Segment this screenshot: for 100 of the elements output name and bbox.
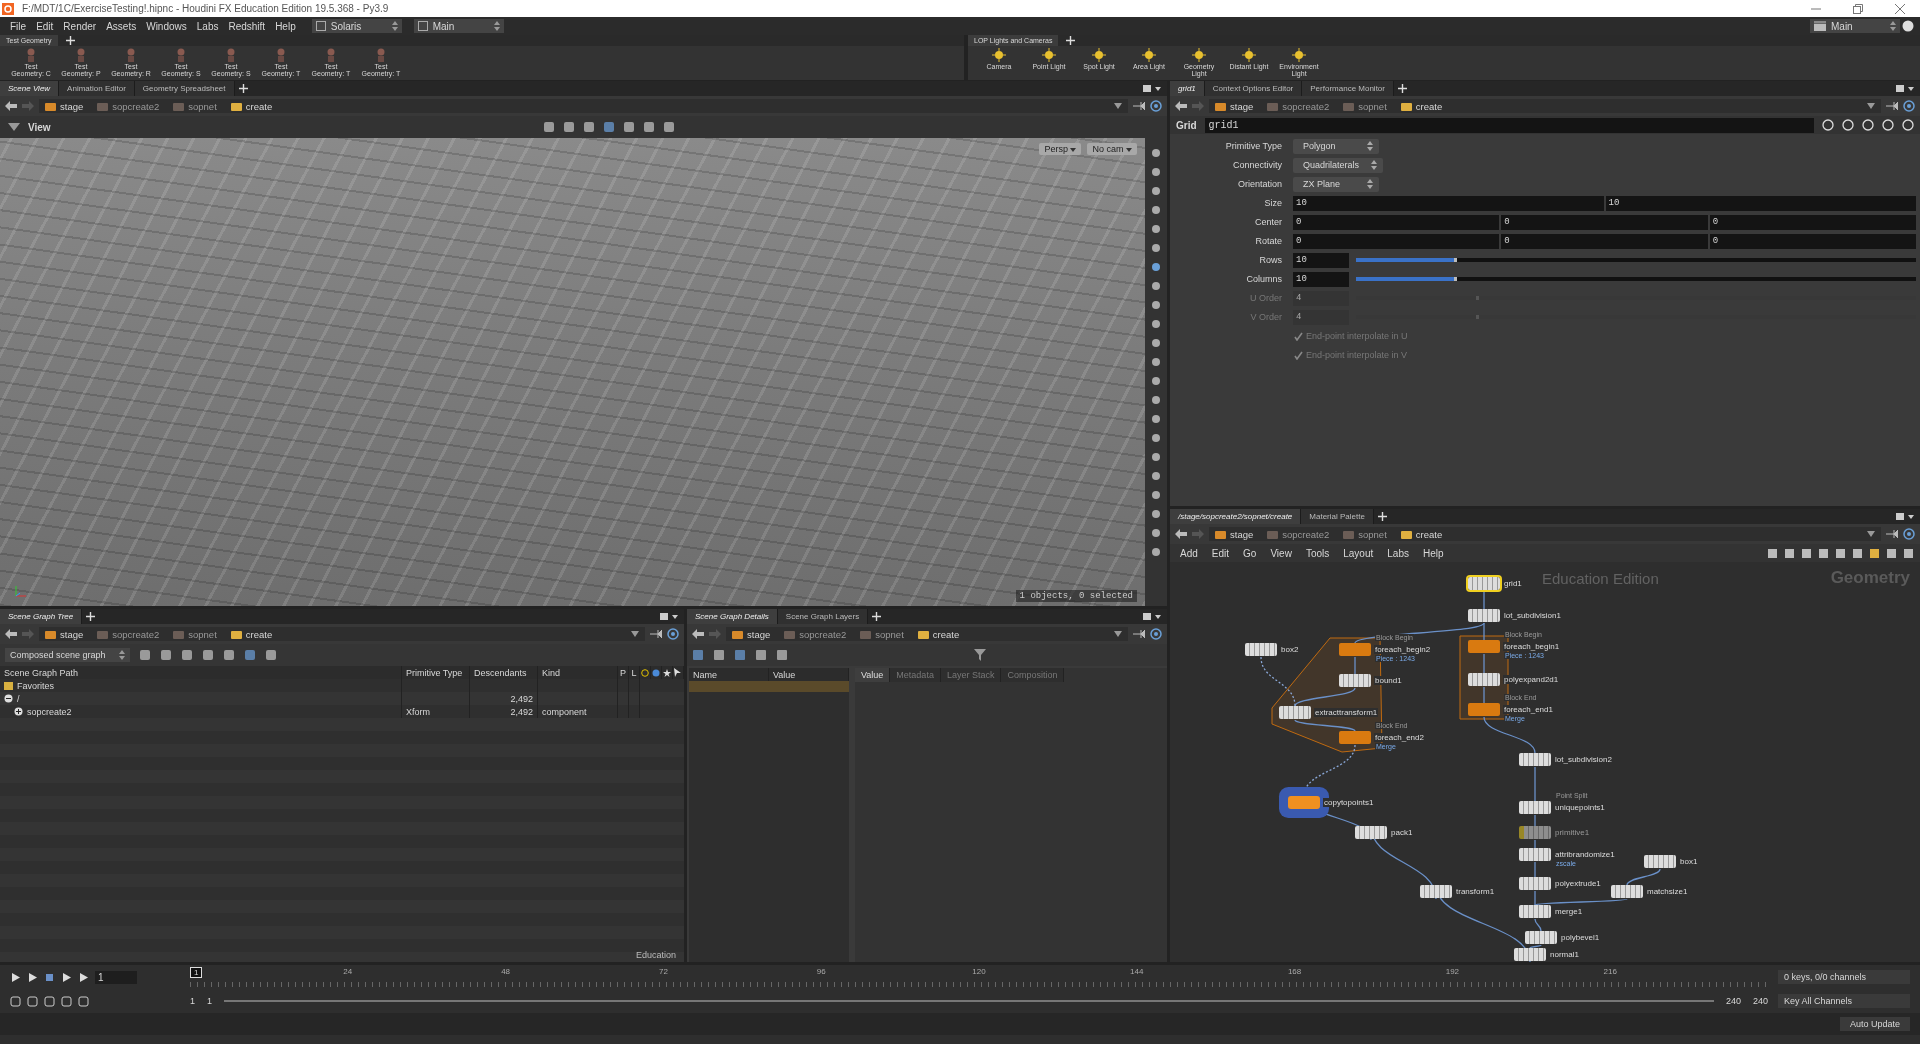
network-tool-icon[interactable] [1801, 547, 1812, 559]
back-arrow-icon[interactable] [692, 629, 704, 639]
number-field[interactable]: 0 [1293, 214, 1500, 230]
collapse-icon[interactable] [4, 694, 13, 703]
path-field[interactable]: stage sopcreate2 sopnet create [1209, 99, 1881, 113]
network-tool-icon[interactable] [1835, 547, 1846, 559]
range-start-value[interactable]: 1 [190, 996, 195, 1006]
node-tile[interactable] [1519, 905, 1551, 918]
prim-path[interactable]: / [17, 693, 20, 704]
viewport-tool-icon[interactable] [662, 121, 675, 133]
back-arrow-icon[interactable] [5, 101, 17, 111]
header-tool-icon[interactable] [1902, 119, 1914, 131]
network-tool-icon[interactable] [1869, 547, 1880, 559]
node-tile[interactable] [1279, 706, 1311, 719]
snap-tool-icon[interactable] [78, 995, 89, 1007]
pane-tab[interactable]: Scene Graph Details [687, 609, 778, 624]
menu-item[interactable]: Edit [1207, 547, 1234, 559]
snap-tool-icon[interactable] [61, 995, 72, 1007]
pane-menu-icon[interactable] [660, 612, 678, 621]
camera-menu[interactable]: Persp [1039, 143, 1082, 155]
back-arrow-icon[interactable] [1175, 101, 1187, 111]
node-tile[interactable] [1519, 753, 1551, 766]
scene-graph-view-menu[interactable]: Composed scene graph [5, 648, 130, 662]
node-tile[interactable] [1525, 931, 1557, 944]
playback-control-icon[interactable] [27, 971, 38, 983]
viewport-tool-icon[interactable] [622, 121, 635, 133]
timeline-ruler[interactable]: 1 24 48 72 96 120 144 168 192 216 [190, 967, 1768, 987]
node-tile[interactable] [1245, 643, 1277, 656]
range-start-value[interactable]: 1 [207, 996, 213, 1006]
pane-tab[interactable]: Material Palette [1301, 509, 1374, 524]
menu-item[interactable]: Help [271, 20, 300, 32]
number-field[interactable]: 0 [1501, 233, 1708, 249]
network-tool-icon[interactable] [1903, 547, 1914, 559]
target-icon[interactable] [1150, 100, 1162, 112]
pane-tab[interactable]: Animation Editor [59, 81, 135, 96]
target-icon[interactable] [667, 628, 679, 640]
node-tile[interactable] [1519, 801, 1551, 814]
pane-tab[interactable]: Scene View [0, 81, 60, 96]
pane-tab[interactable]: Scene Graph Tree [0, 609, 83, 624]
network-tool-icon[interactable] [1852, 547, 1863, 559]
node-tile[interactable] [1339, 674, 1371, 687]
menu-item[interactable]: File [6, 20, 31, 32]
number-field[interactable]: 10 [1605, 195, 1916, 211]
pin-icon[interactable] [1133, 101, 1145, 111]
playback-control-icon[interactable] [10, 971, 21, 983]
viewport-tool-icon[interactable] [602, 121, 615, 133]
menu-item[interactable]: Render [59, 20, 101, 32]
viewport-tool-icon[interactable] [562, 121, 575, 133]
network-tool-icon[interactable] [1886, 547, 1897, 559]
network-tool-icon[interactable] [1767, 547, 1778, 559]
node-tile[interactable] [1519, 826, 1551, 839]
menu-item[interactable]: Edit [32, 20, 58, 32]
filter-tool-icon[interactable] [202, 649, 214, 661]
menu-item[interactable]: Redshift [224, 20, 270, 32]
node-tile[interactable] [1468, 703, 1500, 716]
menu-item[interactable]: Help [1418, 547, 1448, 559]
key-all-channels-button[interactable]: Key All Channels [1778, 994, 1910, 1008]
playback-control-icon[interactable] [44, 971, 55, 983]
node-tile[interactable] [1468, 609, 1500, 622]
header-tool-icon[interactable] [1842, 119, 1854, 131]
filter-tool-icon[interactable] [139, 649, 151, 661]
menu-item[interactable]: Labs [1383, 547, 1413, 559]
menu-item[interactable]: View [1266, 547, 1296, 559]
context-menu[interactable]: Main [1810, 19, 1900, 33]
dropdown-caret-icon[interactable] [1867, 103, 1875, 109]
path-field[interactable]: stage sopcreate2 sopnet create [726, 627, 1128, 641]
list-view-icon[interactable] [734, 649, 746, 661]
slider-track[interactable] [1356, 258, 1916, 262]
number-field[interactable]: 0 [1709, 233, 1916, 249]
target-icon[interactable] [1150, 628, 1162, 640]
frame-field[interactable]: 1 [95, 970, 137, 984]
node-tile[interactable] [1468, 577, 1500, 590]
back-arrow-icon[interactable] [5, 629, 17, 639]
viewport-tool-icon[interactable] [582, 121, 595, 133]
pane-tab[interactable]: Context Options Editor [1204, 81, 1303, 96]
node-tile[interactable] [1519, 877, 1551, 890]
filter-tool-icon[interactable] [181, 649, 193, 661]
dropdown-caret-icon[interactable] [1114, 103, 1122, 109]
menu-item[interactable]: Assets [102, 20, 141, 32]
pane-menu-icon[interactable] [1896, 512, 1914, 521]
menu-item[interactable]: Labs [192, 20, 223, 32]
network-tool-icon[interactable] [1784, 547, 1795, 559]
node-name-field[interactable]: grid1 [1204, 117, 1814, 133]
number-field[interactable]: 10 [1293, 271, 1349, 287]
menu-item[interactable]: Add [1176, 547, 1202, 559]
update-mode-menu[interactable]: Auto Update [1839, 1017, 1910, 1031]
dropdown-caret-icon[interactable] [1867, 531, 1875, 537]
desktop-menu[interactable]: Main [413, 19, 504, 33]
node-tile[interactable] [1519, 848, 1551, 861]
pane-menu-icon[interactable] [1143, 84, 1161, 93]
menu-item[interactable]: Go [1239, 547, 1261, 559]
playback-control-icon[interactable] [78, 971, 89, 983]
pane-menu-icon[interactable] [1143, 612, 1161, 621]
node-tile[interactable] [1420, 885, 1452, 898]
filter-tool-icon[interactable] [160, 649, 172, 661]
list-view-icon[interactable] [776, 649, 788, 661]
range-end-value[interactable]: 240 [1725, 996, 1741, 1006]
viewport-tool-icon[interactable] [542, 121, 555, 133]
parameter-menu[interactable]: ZX Plane [1293, 176, 1379, 192]
restore-icon[interactable] [1852, 2, 1864, 15]
